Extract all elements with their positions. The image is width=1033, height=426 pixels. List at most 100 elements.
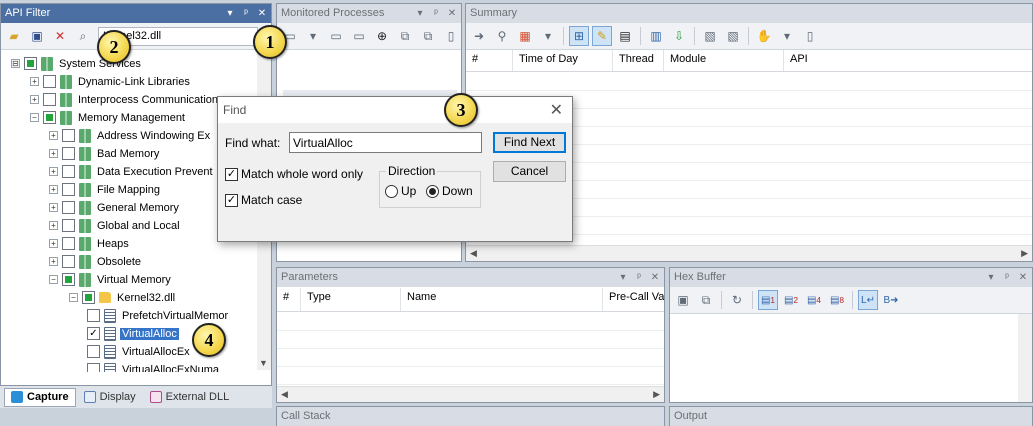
byte-1-icon[interactable]: ▤ 1 — [758, 290, 778, 310]
expander-icon[interactable]: + — [30, 77, 39, 86]
expander-icon[interactable]: − — [69, 293, 78, 302]
copy-icon[interactable]: ⧉ — [696, 290, 716, 310]
big-endian-icon[interactable]: B ➜ — [881, 290, 901, 310]
pane-menu-button[interactable]: ▾ — [618, 268, 628, 287]
tree-checkbox[interactable] — [87, 345, 100, 358]
expander-icon[interactable]: + — [30, 95, 39, 104]
dropdown-arrow-icon[interactable]: ▾ — [303, 26, 323, 46]
tree-checkbox[interactable] — [62, 147, 75, 160]
colors-icon[interactable]: ▦ — [515, 26, 535, 46]
open-folder-icon[interactable]: ▰ — [4, 26, 24, 46]
down-radio[interactable]: Down — [426, 184, 473, 198]
trash-icon[interactable]: ▯ — [800, 26, 820, 46]
byte-8-icon[interactable]: ▤ 8 — [827, 290, 847, 310]
tree-checkbox[interactable] — [82, 291, 95, 304]
tab-display[interactable]: Display — [78, 388, 142, 407]
expander-icon[interactable]: − — [49, 275, 58, 284]
little-endian-icon[interactable]: L ↵ — [858, 290, 878, 310]
save-icon[interactable]: ▣ — [27, 26, 47, 46]
detach-icon[interactable]: ⧉ — [418, 26, 438, 46]
tree-checkbox[interactable] — [87, 309, 100, 322]
tree-checkbox[interactable] — [62, 237, 75, 250]
scroll-down-arrow[interactable]: ▼ — [259, 358, 268, 368]
pin-icon[interactable]: ᵖ — [431, 4, 441, 23]
console-icon[interactable]: ▤ — [615, 26, 635, 46]
tree-checkbox[interactable]: ✓ — [87, 327, 100, 340]
tree-node[interactable]: + Global and Local — [49, 217, 182, 234]
pane-menu-button[interactable]: ▾ — [225, 4, 235, 23]
col-type[interactable]: Type — [301, 288, 401, 311]
summary-hscroll[interactable]: ◀ ▶ — [466, 245, 1032, 261]
expander-icon[interactable]: + — [49, 131, 58, 140]
tree-node[interactable]: − Kernel32.dll — [69, 289, 177, 306]
up-radio[interactable]: Up — [385, 184, 416, 198]
tree-checkbox[interactable] — [62, 165, 75, 178]
crosshair-icon[interactable]: ⊕ — [372, 26, 392, 46]
service-icon[interactable]: ▭ — [349, 26, 369, 46]
tree-node[interactable]: + Bad Memory — [49, 145, 161, 162]
api-clear-icon[interactable]: ▧ — [723, 26, 743, 46]
columns-icon[interactable]: ▥ — [646, 26, 666, 46]
tree-checkbox[interactable] — [24, 57, 37, 70]
expander-icon[interactable]: + — [49, 239, 58, 248]
match-case-checkbox[interactable]: ✓ Match case — [225, 193, 302, 207]
byte-2-icon[interactable]: ▤ 2 — [781, 290, 801, 310]
tab-external-dll[interactable]: External DLL — [144, 388, 236, 407]
close-icon[interactable]: ✕ — [447, 4, 457, 23]
scroll-right-arrow[interactable]: ▶ — [1021, 248, 1028, 259]
find-icon[interactable]: ⌕ — [73, 26, 93, 46]
tab-capture[interactable]: Capture — [4, 387, 76, 407]
close-icon[interactable]: ✕ — [650, 268, 660, 287]
tree-node[interactable]: + File Mapping — [49, 181, 162, 198]
close-icon[interactable]: ✕ — [257, 4, 267, 23]
tree-node[interactable]: VirtualAllocEx — [87, 343, 192, 360]
tree-view-icon[interactable]: ⊞ — [569, 26, 589, 46]
refresh-icon[interactable]: ↻ — [727, 290, 747, 310]
tree-checkbox[interactable] — [62, 273, 75, 286]
col-api[interactable]: API — [784, 50, 1032, 71]
col-number[interactable]: # — [277, 288, 301, 311]
tree-node[interactable]: + General Memory — [49, 199, 181, 216]
expander-icon[interactable]: + — [49, 185, 58, 194]
byte-4-icon[interactable]: ▤ 4 — [804, 290, 824, 310]
tree-node[interactable]: − Virtual Memory — [49, 271, 173, 288]
trash-icon[interactable]: ▯ — [441, 26, 461, 46]
attach-icon[interactable]: ⧉ — [395, 26, 415, 46]
tree-node[interactable]: + Data Execution Prevent — [49, 163, 215, 180]
expander-icon[interactable]: + — [49, 167, 58, 176]
tree-checkbox[interactable] — [62, 129, 75, 142]
process-icon[interactable]: ▭ — [326, 26, 346, 46]
col-number[interactable]: # — [466, 50, 513, 71]
save-icon[interactable]: ▣ — [673, 290, 693, 310]
col-module[interactable]: Module — [664, 50, 784, 71]
tree-checkbox[interactable] — [62, 255, 75, 268]
col-thread[interactable]: Thread — [613, 50, 664, 71]
tree-node[interactable]: + Address Windowing Ex — [49, 127, 212, 144]
col-name[interactable]: Name — [401, 288, 603, 311]
tree-checkbox[interactable] — [43, 111, 56, 124]
delete-icon[interactable]: ✕ — [50, 26, 70, 46]
pane-menu-button[interactable]: ▾ — [986, 268, 996, 287]
tree-checkbox[interactable] — [62, 201, 75, 214]
col-pre-call-value[interactable]: Pre-Call Val — [603, 288, 664, 311]
dropdown-arrow-icon[interactable]: ▾ — [538, 26, 558, 46]
pane-menu-button[interactable]: ▾ — [415, 4, 425, 23]
expander-icon[interactable]: + — [49, 257, 58, 266]
scroll-left-arrow[interactable]: ◀ — [470, 248, 477, 259]
tree-node[interactable]: − Memory Management — [30, 109, 187, 126]
tree-node[interactable]: + Heaps — [49, 235, 131, 252]
expander-icon[interactable]: − — [30, 113, 39, 122]
tree-checkbox[interactable] — [43, 75, 56, 88]
api-icon[interactable]: ▧ — [700, 26, 720, 46]
tree-node[interactable]: PrefetchVirtualMemor — [87, 307, 230, 324]
parameters-hscroll[interactable]: ◀ ▶ — [277, 386, 664, 402]
goto-icon[interactable]: ➜ — [469, 26, 489, 46]
tree-checkbox[interactable] — [43, 93, 56, 106]
expander-icon[interactable]: + — [49, 221, 58, 230]
close-icon[interactable]: ✕ — [550, 100, 563, 120]
tree-node[interactable]: VirtualAllocExNuma — [87, 361, 221, 372]
cancel-button[interactable]: Cancel — [493, 161, 566, 182]
col-time-of-day[interactable]: Time of Day — [513, 50, 613, 71]
scroll-left-arrow[interactable]: ◀ — [281, 389, 288, 400]
tree-node[interactable]: + Obsolete — [49, 253, 143, 270]
